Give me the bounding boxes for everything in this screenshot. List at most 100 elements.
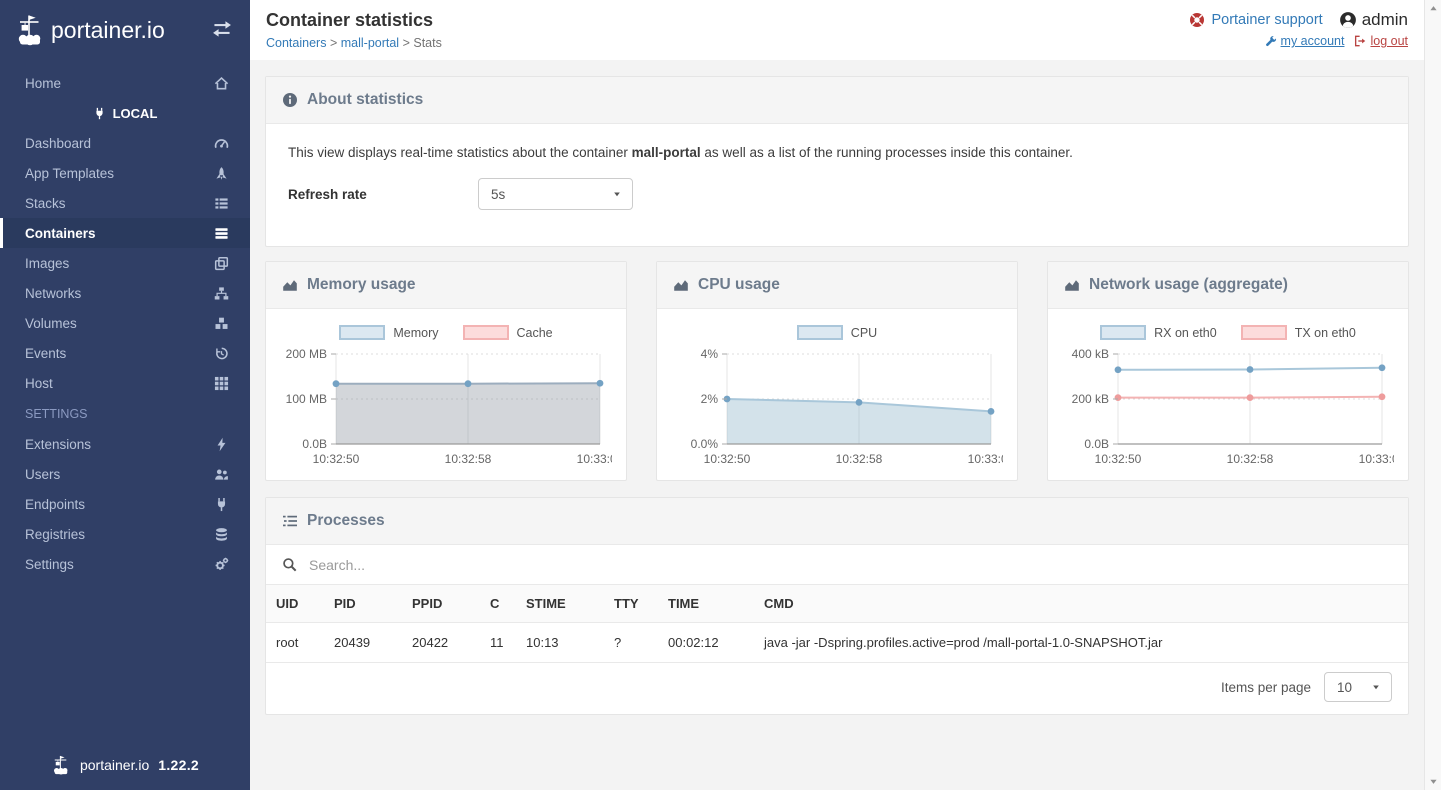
svg-text:10:33:02: 10:33:02 bbox=[1359, 452, 1394, 466]
items-per-page-value: 10 bbox=[1337, 680, 1352, 695]
svg-text:10:32:58: 10:32:58 bbox=[1227, 452, 1274, 466]
endpoint-switch-button[interactable] bbox=[210, 18, 234, 42]
scroll-down-icon[interactable] bbox=[1428, 776, 1439, 787]
breadcrumb-current: Stats bbox=[413, 36, 442, 50]
memory-chart-legend: MemoryCache bbox=[278, 325, 614, 340]
processes-table: UID PID PPID C STIME TTY TIME CMD root bbox=[266, 585, 1408, 663]
sidebar-nav: Home LOCAL Dashboard App Templates Stack… bbox=[0, 60, 250, 740]
memory-chart-canvas: 200 MB100 MB0.0B10:32:5010:32:5810:33:02 bbox=[278, 342, 614, 476]
sidebar-item-endpoints[interactable]: Endpoints bbox=[0, 489, 250, 519]
legend-item: CPU bbox=[797, 325, 877, 340]
sidebar-item-events[interactable]: Events bbox=[0, 338, 250, 368]
svg-text:10:32:58: 10:32:58 bbox=[836, 452, 883, 466]
svg-text:10:32:50: 10:32:50 bbox=[1095, 452, 1142, 466]
svg-text:0.0B: 0.0B bbox=[1084, 437, 1109, 451]
svg-text:10:33:02: 10:33:02 bbox=[577, 452, 612, 466]
sidebar-item-images[interactable]: Images bbox=[0, 248, 250, 278]
area-chart-icon bbox=[282, 277, 298, 293]
sidebar-item-label: Volumes bbox=[25, 316, 77, 331]
sidebar-item-host[interactable]: Host bbox=[0, 368, 250, 398]
sidebar-item-stacks[interactable]: Stacks bbox=[0, 188, 250, 218]
processes-search-input[interactable] bbox=[307, 556, 1392, 574]
breadcrumb-separator: > bbox=[403, 36, 410, 50]
breadcrumb-containers-link[interactable]: Containers bbox=[266, 36, 326, 50]
cell-stime: 10:13 bbox=[516, 623, 604, 663]
cpu-chart-canvas: 4%2%0.0%10:32:5010:32:5810:33:02 bbox=[669, 342, 1005, 476]
column-header-stime[interactable]: STIME bbox=[516, 585, 604, 623]
memory-usage-widget: Memory usage MemoryCache 200 MB100 MB0.0… bbox=[265, 261, 627, 481]
sidebar-item-label: Events bbox=[25, 346, 66, 361]
charts-row: Memory usage MemoryCache 200 MB100 MB0.0… bbox=[265, 261, 1409, 497]
sidebar-item-containers[interactable]: Containers bbox=[0, 218, 250, 248]
svg-text:400 kB: 400 kB bbox=[1072, 347, 1109, 361]
chart-svg: 400 kB200 kB0.0B10:32:5010:32:5810:33:02 bbox=[1060, 342, 1394, 476]
vertical-scrollbar[interactable] bbox=[1424, 0, 1441, 790]
area-chart-icon bbox=[1064, 277, 1080, 293]
legend-swatch bbox=[339, 325, 385, 340]
my-account-label: my account bbox=[1281, 34, 1345, 48]
sidebar-item-label: Host bbox=[25, 376, 53, 391]
app-window: portainer.io Home LOCAL Dashboard App Te… bbox=[0, 0, 1441, 790]
sidebar-item-label: App Templates bbox=[25, 166, 114, 181]
column-header-pid[interactable]: PID bbox=[324, 585, 402, 623]
sidebar-item-extensions[interactable]: Extensions bbox=[0, 429, 250, 459]
home-icon bbox=[214, 76, 229, 91]
column-header-tty[interactable]: TTY bbox=[604, 585, 658, 623]
chart-svg: 200 MB100 MB0.0B10:32:5010:32:5810:33:02 bbox=[278, 342, 612, 476]
search-icon bbox=[282, 557, 297, 572]
network-chart-legend: RX on eth0TX on eth0 bbox=[1060, 325, 1396, 340]
sidebar-item-label: Extensions bbox=[25, 437, 91, 452]
exchange-icon bbox=[211, 18, 233, 40]
svg-text:4%: 4% bbox=[701, 347, 719, 361]
cell-tty: ? bbox=[604, 623, 658, 663]
cpu-chart-legend: CPU bbox=[669, 325, 1005, 340]
memory-usage-header: Memory usage bbox=[266, 262, 626, 309]
svg-text:0.0B: 0.0B bbox=[302, 437, 327, 451]
network-chart-canvas: 400 kB200 kB0.0B10:32:5010:32:5810:33:02 bbox=[1060, 342, 1396, 476]
scroll-up-icon[interactable] bbox=[1428, 3, 1439, 14]
sidebar-item-volumes[interactable]: Volumes bbox=[0, 308, 250, 338]
sidebar-item-settings[interactable]: Settings bbox=[0, 549, 250, 579]
column-header-c[interactable]: C bbox=[480, 585, 516, 623]
column-header-time[interactable]: TIME bbox=[658, 585, 754, 623]
cell-time: 00:02:12 bbox=[658, 623, 754, 663]
user-menu[interactable]: admin bbox=[1339, 10, 1408, 30]
sidebar-endpoint-local[interactable]: LOCAL bbox=[0, 98, 250, 128]
username: admin bbox=[1362, 10, 1408, 30]
column-header-ppid[interactable]: PPID bbox=[402, 585, 480, 623]
widget-title: Memory usage bbox=[307, 276, 416, 294]
portainer-support-link[interactable]: Portainer support bbox=[1189, 12, 1322, 28]
sidebar-item-dashboard[interactable]: Dashboard bbox=[0, 128, 250, 158]
refresh-rate-label: Refresh rate bbox=[288, 187, 478, 202]
tasks-icon bbox=[282, 513, 298, 529]
page-content: About statistics This view displays real… bbox=[250, 60, 1424, 729]
column-header-cmd[interactable]: CMD bbox=[754, 585, 1408, 623]
log-out-link[interactable]: log out bbox=[1354, 34, 1408, 48]
items-per-page-select[interactable]: 10 bbox=[1324, 672, 1392, 702]
column-header-uid[interactable]: UID bbox=[266, 585, 324, 623]
refresh-rate-select[interactable]: 5s bbox=[478, 178, 633, 210]
table-row: root 20439 20422 11 10:13 ? 00:02:12 jav… bbox=[266, 623, 1408, 663]
network-usage-chart: RX on eth0TX on eth0 400 kB200 kB0.0B10:… bbox=[1048, 309, 1408, 480]
images-icon bbox=[214, 256, 229, 271]
sidebar-item-users[interactable]: Users bbox=[0, 459, 250, 489]
footer-logo-text: portainer.io bbox=[80, 757, 149, 773]
gears-icon bbox=[214, 557, 229, 572]
sidebar-item-home[interactable]: Home bbox=[0, 68, 250, 98]
sidebar-item-registries[interactable]: Registries bbox=[0, 519, 250, 549]
breadcrumb-container-link[interactable]: mall-portal bbox=[341, 36, 399, 50]
items-per-page-label: Items per page bbox=[1221, 680, 1311, 695]
sidebar-item-app-templates[interactable]: App Templates bbox=[0, 158, 250, 188]
network-usage-header: Network usage (aggregate) bbox=[1048, 262, 1408, 309]
portainer-logo-icon bbox=[51, 755, 71, 775]
about-description-prefix: This view displays real-time statistics … bbox=[288, 145, 632, 160]
endpoint-label: LOCAL bbox=[113, 106, 158, 121]
processes-widget: Processes UID PID PPID C STIME TTY bbox=[265, 497, 1409, 715]
widget-title: CPU usage bbox=[698, 276, 780, 294]
legend-label: TX on eth0 bbox=[1295, 326, 1356, 340]
sidebar-item-networks[interactable]: Networks bbox=[0, 278, 250, 308]
my-account-link[interactable]: my account bbox=[1265, 34, 1345, 48]
legend-label: Memory bbox=[393, 326, 438, 340]
cpu-usage-header: CPU usage bbox=[657, 262, 1017, 309]
header-user-area: Portainer support admin my account log o… bbox=[1189, 10, 1408, 52]
